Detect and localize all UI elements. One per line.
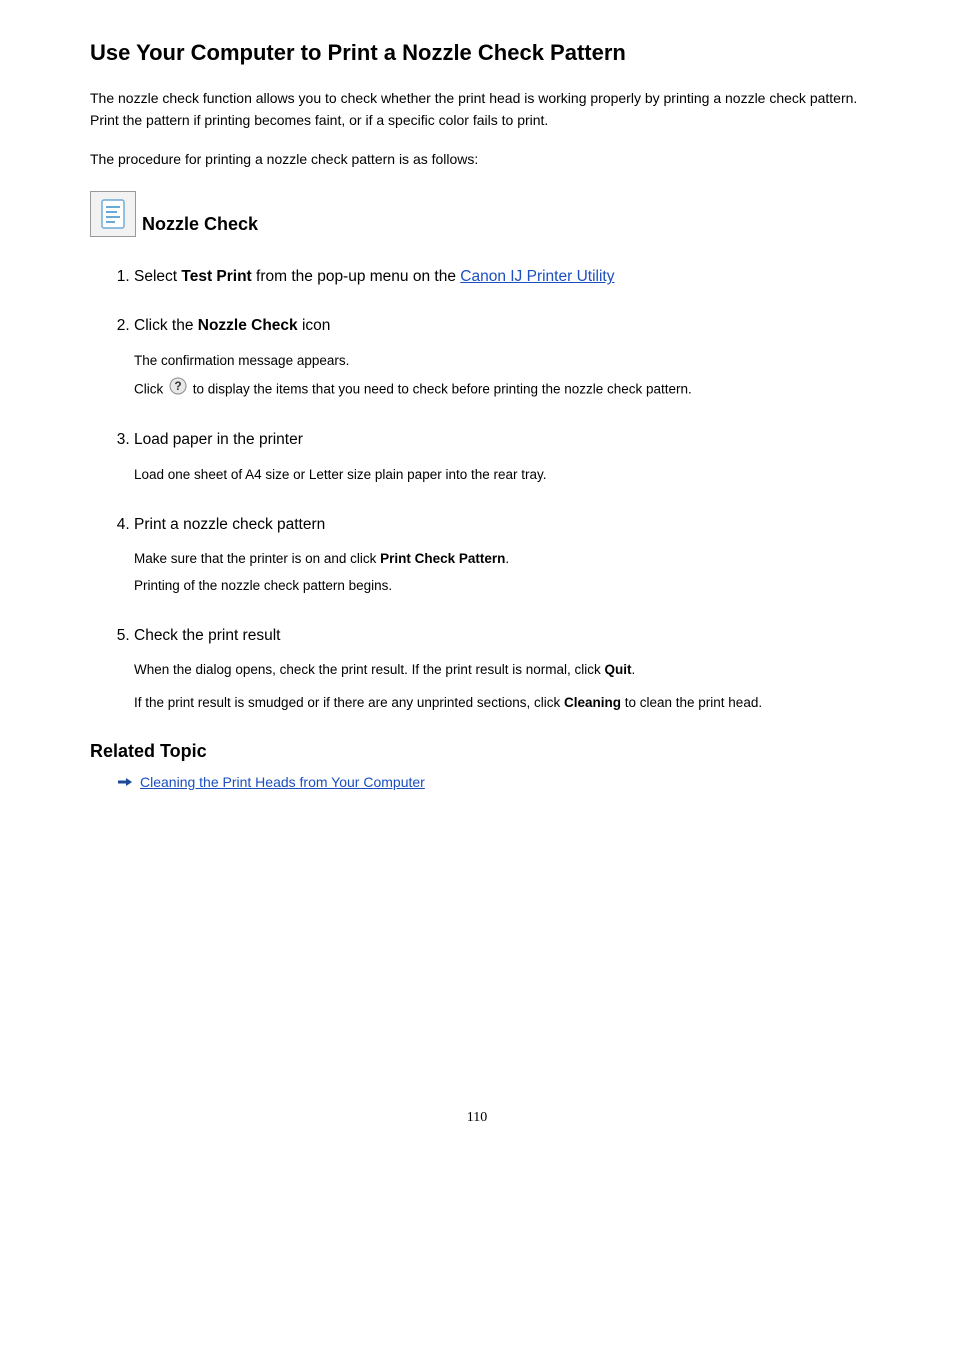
step-3-title: Load paper in the printer xyxy=(134,428,864,451)
step-4-body-1b: . xyxy=(505,551,509,566)
step-5-body-2b: to clean the print head. xyxy=(621,695,762,710)
help-icon: ? xyxy=(169,377,187,403)
step-5-body-2: If the print result is smudged or if the… xyxy=(134,692,864,715)
step-2-title-pre: Click the xyxy=(134,317,198,334)
step-2-body-2a: Click xyxy=(134,381,167,396)
intro-paragraph-2: The procedure for printing a nozzle chec… xyxy=(90,149,864,171)
step-1-bold: Test Print xyxy=(181,268,251,285)
page-title: Use Your Computer to Print a Nozzle Chec… xyxy=(90,40,864,66)
step-5-body-1: When the dialog opens, check the print r… xyxy=(134,659,864,682)
step-1: Select Test Print from the pop-up menu o… xyxy=(134,265,864,288)
intro-paragraph-1: The nozzle check function allows you to … xyxy=(90,88,864,131)
step-4-body-1: Make sure that the printer is on and cli… xyxy=(134,548,864,571)
step-2-title-bold: Nozzle Check xyxy=(198,317,298,334)
printer-utility-link[interactable]: Canon IJ Printer Utility xyxy=(460,268,614,285)
step-4-title: Print a nozzle check pattern xyxy=(134,513,864,536)
step-5-body-2a: If the print result is smudged or if the… xyxy=(134,695,564,710)
step-5: Check the print result When the dialog o… xyxy=(134,624,864,715)
step-5-body-1a: When the dialog opens, check the print r… xyxy=(134,662,604,677)
step-5-title: Check the print result xyxy=(134,624,864,647)
nozzle-check-icon xyxy=(90,191,136,237)
step-1-text-pre: Select xyxy=(134,268,181,285)
step-2-body-1: The confirmation message appears. xyxy=(134,350,864,373)
page-number: 110 xyxy=(0,1110,954,1146)
step-2-body-2: Click ? to display the items that you ne… xyxy=(134,377,864,403)
step-4-body-1a: Make sure that the printer is on and cli… xyxy=(134,551,380,566)
step-4-body-1-bold: Print Check Pattern xyxy=(380,551,505,566)
arrow-right-icon xyxy=(118,777,132,787)
svg-text:?: ? xyxy=(174,379,181,393)
section-heading: Nozzle Check xyxy=(142,214,258,235)
step-3-body-1: Load one sheet of A4 size or Letter size… xyxy=(134,464,864,487)
steps-list: Select Test Print from the pop-up menu o… xyxy=(90,265,864,715)
step-2: Click the Nozzle Check icon The confirma… xyxy=(134,314,864,402)
step-2-body-2b: to display the items that you need to ch… xyxy=(189,381,692,396)
step-2-title-post: icon xyxy=(298,317,331,334)
step-4-body-2: Printing of the nozzle check pattern beg… xyxy=(134,575,864,598)
related-topic-row: Cleaning the Print Heads from Your Compu… xyxy=(90,774,864,790)
step-5-body-1-bold: Quit xyxy=(604,662,631,677)
step-5-body-2-bold: Cleaning xyxy=(564,695,621,710)
nozzle-check-section-header: Nozzle Check xyxy=(90,191,864,237)
step-3: Load paper in the printer Load one sheet… xyxy=(134,428,864,486)
related-topic-heading: Related Topic xyxy=(90,741,864,762)
step-1-text-mid: from the pop-up menu on the xyxy=(252,268,461,285)
related-topic-link[interactable]: Cleaning the Print Heads from Your Compu… xyxy=(140,774,425,790)
step-4: Print a nozzle check pattern Make sure t… xyxy=(134,513,864,598)
step-5-body-1b: . xyxy=(631,662,635,677)
